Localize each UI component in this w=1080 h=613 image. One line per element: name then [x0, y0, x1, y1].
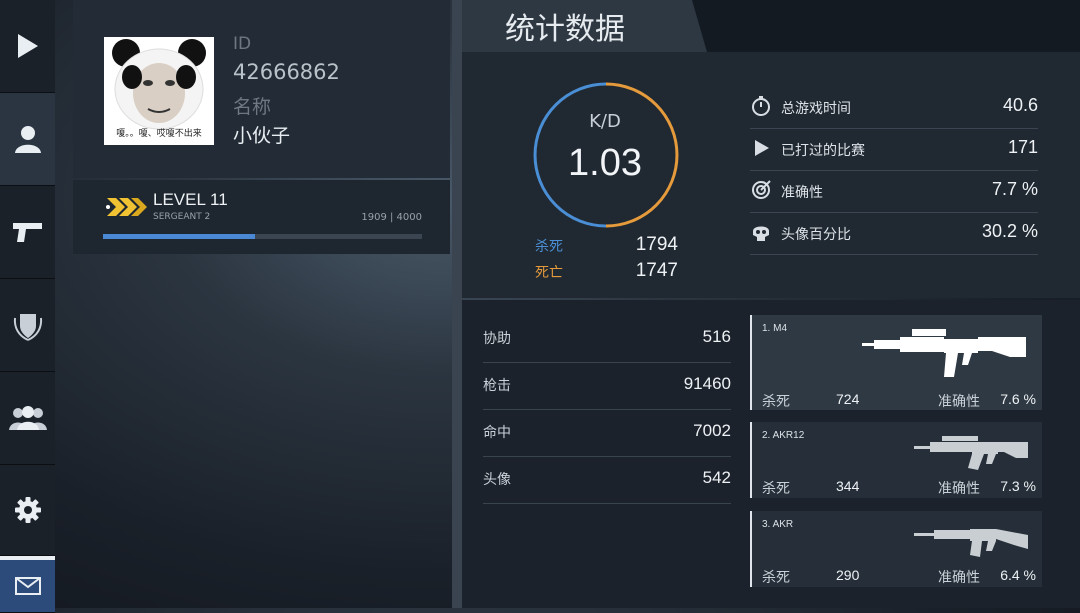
player-id-value: 42666862 [233, 60, 340, 84]
combat-value: 542 [702, 468, 731, 487]
clan-shield-icon [13, 314, 42, 341]
player-name-label: 名称 [233, 96, 272, 118]
weapon-name: 2. AKR12 [762, 430, 805, 441]
combat-value: 91460 [683, 374, 731, 393]
weapon-kills-label: 杀死 [762, 570, 790, 586]
weapon-kills-label: 杀死 [762, 394, 790, 410]
sidebar-item-weapons[interactable] [0, 186, 55, 279]
stat-value: 7.7 % [991, 179, 1038, 199]
weapon-card-3[interactable]: 3. AKR 杀死 290 准确性 6.4 % [750, 511, 1042, 587]
combat-row-assists: 协助 516 [483, 315, 731, 363]
combat-label: 头像 [483, 472, 511, 488]
sidebar-item-profile[interactable] [0, 93, 55, 186]
sidebar-item-friends[interactable] [0, 372, 55, 465]
play-icon [17, 34, 38, 58]
weapon-name: 3. AKR [762, 519, 794, 530]
combat-label: 枪击 [483, 378, 511, 394]
weapon-accuracy-value: 7.6 % [1000, 391, 1036, 407]
mail-icon [14, 577, 41, 595]
avatar[interactable]: 嗄。。嗄、哎嗄不出来 [104, 37, 214, 145]
stat-label: 头像百分比 [781, 227, 851, 243]
stat-row-accuracy: 准确性 7.7 % [750, 170, 1038, 213]
header-dark-strip [692, 0, 1080, 52]
sidebar-item-settings[interactable] [0, 465, 55, 556]
stat-row-headshot-percent: 头像百分比 30.2 % [750, 212, 1038, 255]
play-triangle-icon [755, 140, 769, 156]
stat-value: 171 [1007, 137, 1038, 157]
player-name-value: 小伙子 [233, 125, 291, 147]
stat-value: 30.2 % [981, 221, 1038, 241]
friends-icon [8, 406, 47, 430]
xp-progress-text: 1909 | 4000 [361, 212, 422, 223]
deaths-label: 死亡 [535, 265, 563, 281]
stat-label: 准确性 [781, 185, 823, 201]
user-icon [14, 126, 41, 153]
headshot-skull-icon [753, 226, 769, 241]
stat-label: 总游戏时间 [781, 101, 851, 117]
stopwatch-icon [752, 96, 770, 116]
combat-label: 协助 [483, 331, 511, 347]
weapon-kills-label: 杀死 [762, 481, 790, 497]
combat-value: 516 [702, 327, 731, 346]
akr12-rifle-icon [914, 436, 1028, 470]
level-card: LEVEL 11 SERGEANT 2 1909 | 4000 [73, 180, 450, 254]
stat-value: 40.6 [1002, 95, 1038, 115]
gear-icon [14, 497, 41, 523]
xp-progress-bar [103, 234, 422, 239]
weapon-kills-value: 724 [836, 391, 860, 407]
combat-row-shots: 枪击 91460 [483, 362, 731, 410]
sidebar-item-clan[interactable] [0, 279, 55, 372]
deaths-value: 1747 [635, 260, 678, 281]
xp-progress-fill [103, 234, 256, 239]
weapon-accuracy-label: 准确性 [938, 481, 980, 497]
panda-meme-avatar-icon [112, 39, 206, 130]
target-icon [752, 180, 771, 199]
weapon-name: 1. M4 [762, 323, 788, 334]
combat-value: 7002 [693, 421, 731, 440]
combat-row-hits: 命中 7002 [483, 409, 731, 457]
kd-value: 1.03 [568, 142, 642, 184]
stat-label: 已打过的比赛 [781, 143, 865, 159]
kills-value: 1794 [635, 234, 678, 255]
weapon-kills-value: 290 [836, 567, 860, 583]
page-title: 统计数据 [505, 12, 625, 47]
weapon-accuracy-value: 7.3 % [1000, 478, 1036, 494]
stat-row-total-play-time: 总游戏时间 40.6 [750, 86, 1038, 129]
combat-row-headshots: 头像 542 [483, 456, 731, 504]
kd-label: K/D [589, 111, 621, 132]
pistol-icon [12, 223, 42, 242]
akr-rifle-icon [914, 529, 1028, 557]
panel-divider [452, 0, 462, 608]
combat-label: 命中 [483, 425, 511, 441]
avatar-caption: 嗄。。嗄、哎嗄不出来 [116, 129, 202, 139]
weapon-accuracy-label: 准确性 [938, 570, 980, 586]
sidebar-item-play[interactable] [0, 0, 55, 93]
sidebar-item-mail[interactable] [0, 556, 55, 613]
weapon-card-1[interactable]: 1. M4 杀死 724 准确性 7.6 % [750, 315, 1042, 410]
weapon-kills-value: 344 [836, 478, 860, 494]
stat-row-matches-played: 已打过的比赛 171 [750, 128, 1038, 171]
rank-chevrons-icon [106, 198, 147, 216]
weapon-accuracy-value: 6.4 % [1000, 567, 1036, 583]
weapon-accuracy-label: 准确性 [938, 394, 980, 410]
player-id-label: ID [233, 34, 252, 54]
profile-card: 嗄。。嗄、哎嗄不出来 ID 42666862 名称 小伙子 [73, 0, 450, 178]
level-title: LEVEL 11 [153, 190, 228, 209]
m4-rifle-icon [862, 329, 1026, 377]
weapon-card-2[interactable]: 2. AKR12 杀死 344 准确性 7.3 % [750, 422, 1042, 498]
rank-title: SERGEANT 2 [153, 212, 211, 222]
kills-label: 杀死 [535, 239, 563, 255]
sidebar-nav [0, 0, 55, 613]
